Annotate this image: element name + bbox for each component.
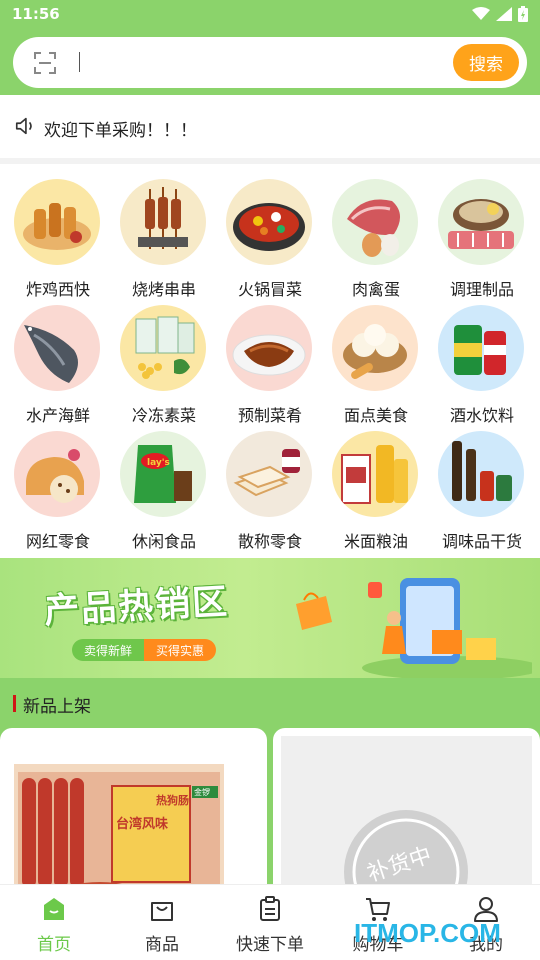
meat-eggs-icon — [332, 179, 418, 265]
prepared-meats-icon — [438, 179, 524, 265]
category-fried-chicken[interactable]: 炸鸡西快 — [4, 172, 109, 299]
fried-chicken-icon — [14, 179, 100, 265]
category-label: 火锅冒菜 — [237, 280, 302, 299]
search-button[interactable]: 搜索 — [453, 44, 519, 81]
condiments-icon — [438, 431, 524, 517]
banner-tags: 卖得新鲜 买得实惠 — [72, 639, 217, 661]
notice-bar[interactable]: 欢迎下单采购！！！ — [0, 95, 540, 159]
category-drinks[interactable]: 酒水饮料 — [428, 298, 533, 425]
scan-icon[interactable] — [33, 51, 57, 75]
category-chips[interactable]: lay's 休闲食品 — [110, 424, 215, 551]
text-caret — [79, 52, 80, 72]
chips-icon: lay's — [120, 431, 206, 517]
tab-home[interactable]: 首页 — [0, 885, 108, 960]
banner-tag-fresh: 卖得新鲜 — [72, 639, 145, 661]
category-label: 米面粮油 — [343, 532, 408, 551]
category-grid: 炸鸡西快 烧烤串串 火锅冒菜 肉禽蛋 调理制品 水产海鲜 冷冻素菜 预制菜肴 面… — [0, 172, 540, 557]
category-fish[interactable]: 水产海鲜 — [4, 298, 109, 425]
product-brand: 金锣 — [194, 787, 210, 797]
banner-title: 产品热销区 — [43, 582, 231, 632]
section-divider — [0, 158, 540, 164]
clipboard-icon — [260, 896, 280, 921]
category-condiments[interactable]: 调味品干货 — [428, 424, 533, 551]
rice-oil-icon — [332, 431, 418, 517]
signal-icon — [496, 7, 512, 21]
banner-tag-value: 买得实惠 — [144, 639, 217, 661]
category-label: 酒水饮料 — [449, 406, 514, 425]
tab-label: 首页 — [37, 935, 71, 955]
product-name-line2: 热狗肠 — [156, 793, 189, 807]
shopping-illustration — [296, 578, 532, 678]
product-name-line1: 台湾风味 — [116, 816, 168, 832]
home-icon — [44, 898, 64, 920]
category-label: 炸鸡西快 — [25, 280, 90, 299]
tab-quick-order[interactable]: 快速下单 — [216, 885, 324, 960]
category-hot-pot[interactable]: 火锅冒菜 — [216, 172, 321, 299]
frozen-vegetables-icon — [120, 305, 206, 391]
category-label: 面点美食 — [343, 406, 408, 425]
category-label: 水产海鲜 — [25, 406, 90, 425]
category-label: 散称零食 — [237, 532, 302, 551]
category-label: 预制菜肴 — [237, 406, 302, 425]
category-label: 烧烤串串 — [131, 280, 196, 299]
wifi-icon — [472, 7, 490, 20]
speaker-icon — [15, 117, 32, 135]
notice-text: 欢迎下单采购！！！ — [44, 121, 197, 141]
steamed-buns-icon — [332, 305, 418, 391]
prepared-dish-icon — [226, 305, 312, 391]
tab-label: 快速下单 — [236, 935, 304, 955]
svg-text:lay's: lay's — [147, 458, 170, 468]
category-steamed-buns[interactable]: 面点美食 — [322, 298, 427, 425]
bbq-skewers-icon — [120, 179, 206, 265]
drinks-icon — [438, 305, 524, 391]
category-frozen-vegetables[interactable]: 冷冻素菜 — [110, 298, 215, 425]
category-label: 网红零食 — [25, 532, 90, 551]
search-bar: 搜索 — [13, 37, 527, 88]
section-accent-bar — [13, 695, 16, 712]
tab-label: 商品 — [145, 935, 179, 955]
category-bread[interactable]: 散称零食 — [216, 424, 321, 551]
category-prepared-meats[interactable]: 调理制品 — [428, 172, 533, 299]
hot-pot-icon — [226, 179, 312, 265]
new-products-section: 新品上架 热狗肠 台湾风味 金锣 补货中 — [0, 678, 540, 898]
category-label: 休闲食品 — [131, 532, 196, 551]
tab-products[interactable]: 商品 — [108, 885, 216, 960]
category-prepared-dish[interactable]: 预制菜肴 — [216, 298, 321, 425]
bag-icon — [151, 902, 173, 921]
app-header: 11:56 搜索 — [0, 0, 540, 95]
status-bar: 11:56 — [0, 0, 540, 30]
category-cake-snack[interactable]: 网红零食 — [4, 424, 109, 551]
site-watermark: ITMOP.COM — [354, 918, 501, 948]
category-bbq-skewers[interactable]: 烧烤串串 — [110, 172, 215, 299]
category-rice-oil[interactable]: 米面粮油 — [322, 424, 427, 551]
status-time: 11:56 — [12, 5, 60, 23]
category-label: 冷冻素菜 — [131, 406, 196, 425]
sausage-product-image: 热狗肠 台湾风味 金锣 — [14, 764, 224, 898]
product-card[interactable]: 热狗肠 台湾风味 金锣 — [0, 728, 267, 898]
category-label: 调理制品 — [449, 280, 514, 299]
search-input[interactable] — [85, 45, 445, 79]
category-label: 肉禽蛋 — [351, 280, 400, 299]
cake-snack-icon — [14, 431, 100, 517]
category-label: 调味品干货 — [441, 532, 522, 551]
section-title: 新品上架 — [23, 697, 91, 717]
product-card[interactable]: 补货中 — [273, 728, 540, 898]
battery-icon — [518, 6, 528, 22]
bread-icon — [226, 431, 312, 517]
fish-icon — [14, 305, 100, 391]
category-meat-eggs[interactable]: 肉禽蛋 — [322, 172, 427, 299]
status-icons — [472, 6, 528, 22]
